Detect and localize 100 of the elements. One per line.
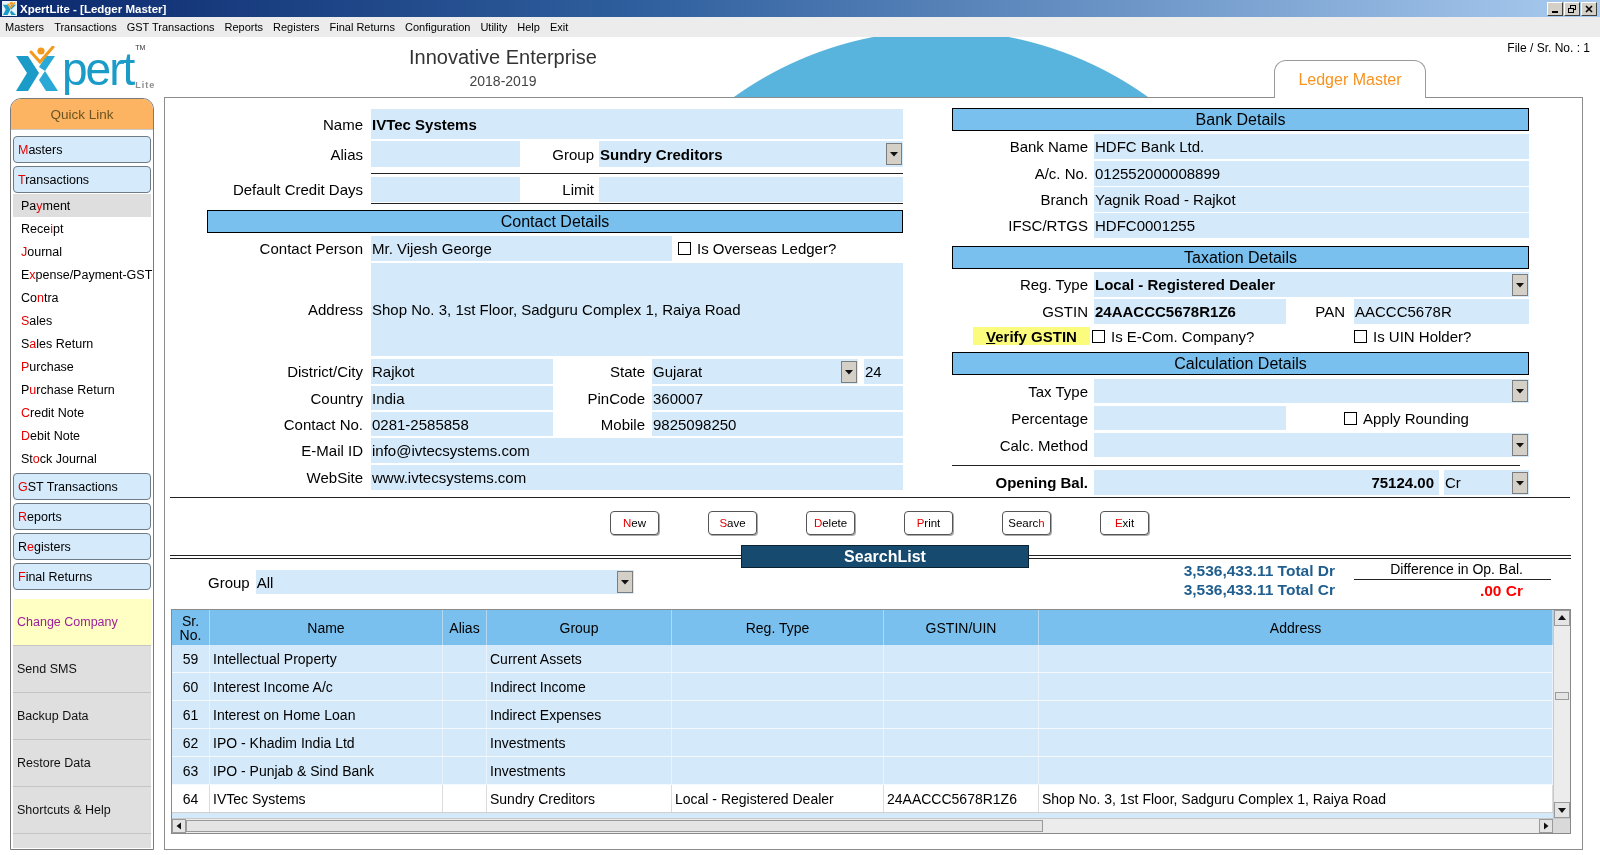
sidebar-group-button[interactable]: Registers <box>13 533 151 560</box>
action-button[interactable]: Save <box>708 511 757 535</box>
dropdown-field[interactable]: Cr <box>1444 470 1529 495</box>
dropdown-field[interactable]: All <box>255 570 634 594</box>
input-field[interactable]: info@ivtecsystems.com <box>371 438 903 463</box>
dropdown-field[interactable] <box>1094 433 1529 457</box>
input-field[interactable]: IVTec Systems <box>371 109 903 139</box>
sidebar-item[interactable]: Purchase Return <box>13 378 151 401</box>
table-cell: 63 <box>172 757 210 784</box>
checkbox[interactable] <box>1354 329 1367 343</box>
input-field[interactable]: Shop No. 3, 1st Floor, Sadguru Complex 1, Raiya Road <box>371 263 903 356</box>
input-field[interactable]: 012552000008899 <box>1094 161 1529 186</box>
input-field[interactable]: Rajkot <box>371 359 553 384</box>
input-field[interactable]: 0281-2585858 <box>371 412 553 436</box>
sidebar-item[interactable]: Credit Note <box>13 401 151 424</box>
sidebar-item[interactable]: Stock Journal <box>13 447 151 470</box>
minimize-button[interactable] <box>1547 1 1563 16</box>
horizontal-scrollbar[interactable] <box>172 818 1570 833</box>
table-row[interactable]: 64 IVTec Systems Sundry Creditors Local - Registered Dealer 24AACCC5678R1Z6 Shop No. 3, 1st Floor, Sadguru Complex 1, Raiya Road <box>172 785 1553 813</box>
sidebar-item[interactable]: Sales <box>13 309 151 332</box>
dropdown-field[interactable]: Sundry Creditors <box>599 141 903 167</box>
scroll-left-icon[interactable] <box>172 819 186 833</box>
action-button[interactable]: New <box>610 511 659 535</box>
menu-item[interactable]: GST Transactions <box>121 21 220 33</box>
action-button[interactable]: Search <box>1002 511 1051 535</box>
sidebar-action[interactable]: Change Company <box>13 599 151 646</box>
input-field[interactable]: Yagnik Road - Rajkot <box>1094 187 1529 212</box>
sidebar-item[interactable]: Receipt <box>13 217 151 240</box>
input-field[interactable] <box>371 141 520 167</box>
close-button[interactable] <box>1581 1 1597 16</box>
input-field[interactable]: www.ivtecsystems.com <box>371 465 903 490</box>
checkbox[interactable] <box>1092 329 1105 343</box>
dropdown-field[interactable] <box>1094 379 1529 403</box>
action-button[interactable]: Delete <box>806 511 855 535</box>
menu-item[interactable]: Help <box>512 21 545 33</box>
verify-gstin-button[interactable]: Verify GSTIN <box>973 327 1090 345</box>
checkbox[interactable] <box>678 242 691 255</box>
input-field[interactable]: 9825098250 <box>652 412 903 436</box>
scroll-down-icon[interactable] <box>1554 802 1570 818</box>
menu-item[interactable]: Registers <box>268 21 325 33</box>
sidebar-item[interactable]: Journal <box>13 240 151 263</box>
menu-item[interactable]: Exit <box>544 21 574 33</box>
menu-item[interactable]: Masters <box>0 21 50 33</box>
difference-label: Difference in Op. Bal. <box>1390 560 1523 578</box>
vertical-scrollbar[interactable] <box>1553 610 1570 818</box>
input-field[interactable] <box>599 177 903 202</box>
table-cell: 62 <box>172 729 210 756</box>
input-field[interactable]: HDFC0001255 <box>1094 213 1529 238</box>
menu-item[interactable]: Transactions <box>49 21 122 33</box>
action-button[interactable]: Print <box>904 511 953 535</box>
sidebar-action[interactable]: Send SMS <box>13 646 151 693</box>
field-label: Limit <box>562 181 594 198</box>
sidebar-item[interactable]: Expense/Payment-GST <box>13 263 151 286</box>
table-cell: Current Assets <box>487 645 672 672</box>
input-field[interactable]: 24 <box>864 359 903 384</box>
sidebar-group-button[interactable]: Final Returns <box>13 563 151 590</box>
scroll-up-icon[interactable] <box>1554 610 1570 626</box>
sidebar-item[interactable]: Debit Note <box>13 424 151 447</box>
table-row[interactable]: 61 Interest on Home Loan Indirect Expenses <box>172 701 1553 729</box>
dropdown-field[interactable]: Gujarat <box>652 359 858 384</box>
sidebar-item[interactable]: Contra <box>13 286 151 309</box>
menu-item[interactable]: Utility <box>475 21 513 33</box>
input-field[interactable] <box>371 177 520 202</box>
table-row[interactable]: 63 IPO - Punjab & Sind Bank Investments <box>172 757 1553 785</box>
dropdown-field[interactable]: Local - Registered Dealer <box>1094 272 1529 297</box>
sidebar-action[interactable]: Restore Data <box>13 740 151 787</box>
input-field[interactable]: 360007 <box>652 386 903 410</box>
table-cell: 24AACCC5678R1Z6 <box>884 785 1039 812</box>
menu-item[interactable]: Reports <box>219 21 269 33</box>
table-row[interactable]: 60 Interest Income A/c Indirect Income <box>172 673 1553 701</box>
input-field[interactable]: India <box>371 386 553 410</box>
scrollbar-thumb[interactable] <box>186 820 1043 832</box>
sidebar-item[interactable]: Purchase <box>13 355 151 378</box>
menu-item[interactable]: Configuration <box>399 21 476 33</box>
sidebar-group-button[interactable]: Transactions <box>13 166 151 193</box>
input-field[interactable]: 24AACCC5678R1Z6 <box>1094 299 1286 324</box>
input-field[interactable] <box>1094 406 1286 430</box>
field-label: District/City <box>287 363 363 380</box>
sidebar-action[interactable]: Backup Data <box>13 693 151 740</box>
scrollbar-thumb[interactable] <box>1555 692 1569 700</box>
field-label: Percentage <box>1011 409 1088 427</box>
input-field[interactable]: HDFC Bank Ltd. <box>1094 134 1529 159</box>
sidebar-item[interactable]: Payment <box>13 194 151 217</box>
table-row[interactable]: 62 IPO - Khadim India Ltd Investments <box>172 729 1553 757</box>
sidebar-group-button[interactable]: Masters <box>13 136 151 163</box>
table-row[interactable]: 59 Intellectual Property Current Assets <box>172 645 1553 673</box>
sidebar-group-button[interactable]: Reports <box>13 503 151 530</box>
checkbox[interactable] <box>1344 411 1357 425</box>
restore-button[interactable] <box>1564 1 1580 16</box>
sidebar-group-button[interactable]: GST Transactions <box>13 473 151 500</box>
field-label: Branch <box>1040 191 1088 208</box>
scroll-right-icon[interactable] <box>1539 819 1553 833</box>
input-field[interactable]: AACCC5678R <box>1354 299 1529 324</box>
action-button[interactable]: Exit <box>1100 511 1149 535</box>
sidebar-action[interactable]: Shortcuts & Help <box>13 787 151 834</box>
input-field[interactable]: Mr. Vijesh George <box>371 236 672 261</box>
sidebar-item[interactable]: Sales Return <box>13 332 151 355</box>
input-field[interactable]: 75124.00 <box>1094 470 1439 495</box>
menu-item[interactable]: Final Returns <box>324 21 400 33</box>
field-label: Alias <box>330 145 363 163</box>
